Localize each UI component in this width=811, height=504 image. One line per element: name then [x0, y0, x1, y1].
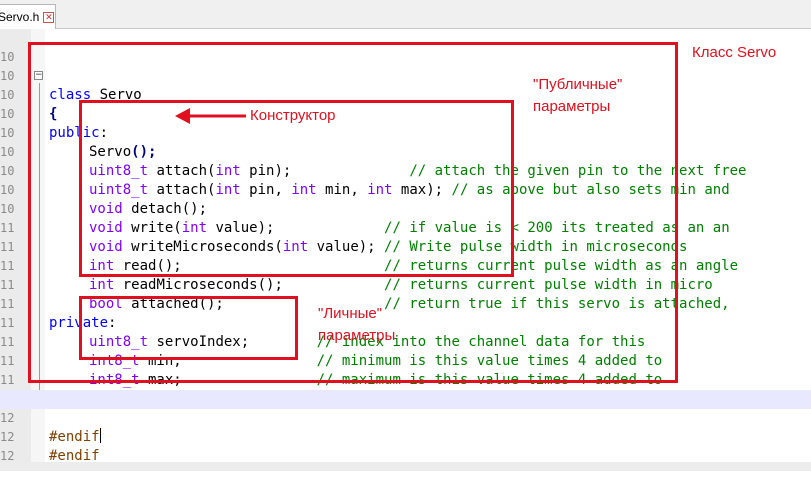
private-annotation-label: "Личные" параметры	[318, 305, 396, 344]
private-annotation-box	[79, 296, 298, 360]
close-icon[interactable]: ✕	[43, 11, 55, 23]
tab-bar: Servo.h ✕	[0, 0, 811, 29]
code-line-current: 120 #endif	[0, 390, 811, 445]
public-annotation-box	[79, 100, 514, 277]
code-line: 121 #endif	[0, 430, 100, 464]
tab-servo-h[interactable]: Servo.h ✕	[0, 4, 56, 29]
tab-label: Servo.h	[0, 10, 40, 24]
class-annotation-label: Класс Servo	[692, 44, 777, 61]
code-line: 122	[0, 428, 811, 463]
constructor-annotation-label: Конструктор	[250, 107, 336, 124]
public-annotation-label: "Публичные" параметры	[533, 76, 623, 115]
horizontal-scrollbar[interactable]	[0, 462, 811, 471]
